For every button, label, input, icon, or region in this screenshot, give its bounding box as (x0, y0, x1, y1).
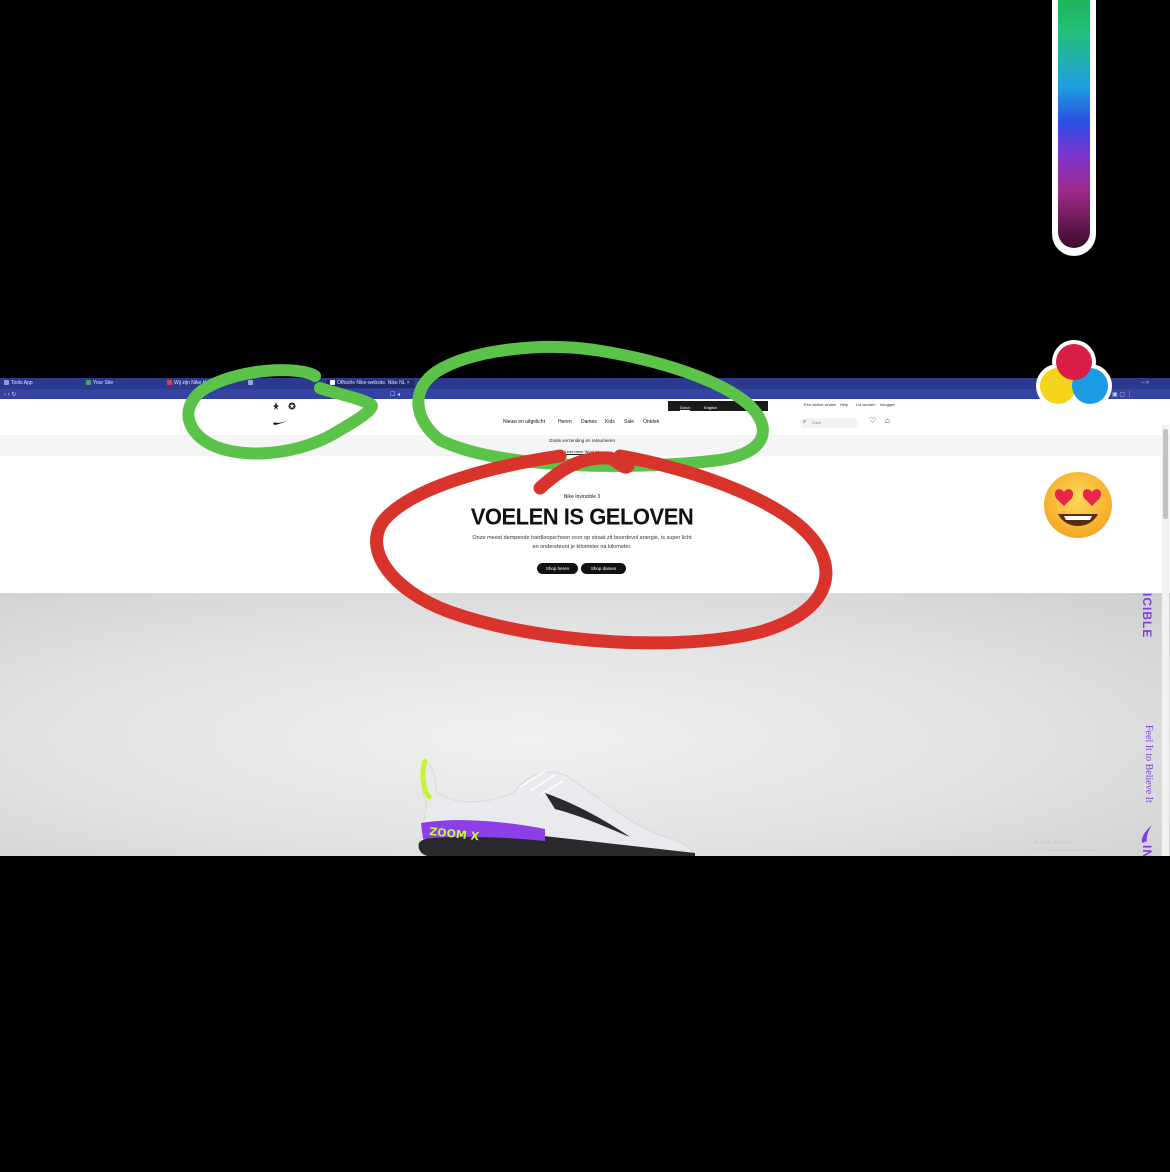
color-palette-icon[interactable] (1032, 336, 1116, 416)
green-annotation-circle-nav (412, 340, 769, 472)
red-annotation-circle-hero (370, 449, 833, 650)
green-annotation-circle-logo (182, 364, 378, 460)
heart-eyes-emoji-icon[interactable] (1042, 470, 1114, 540)
annotation-layer (182, 340, 833, 650)
